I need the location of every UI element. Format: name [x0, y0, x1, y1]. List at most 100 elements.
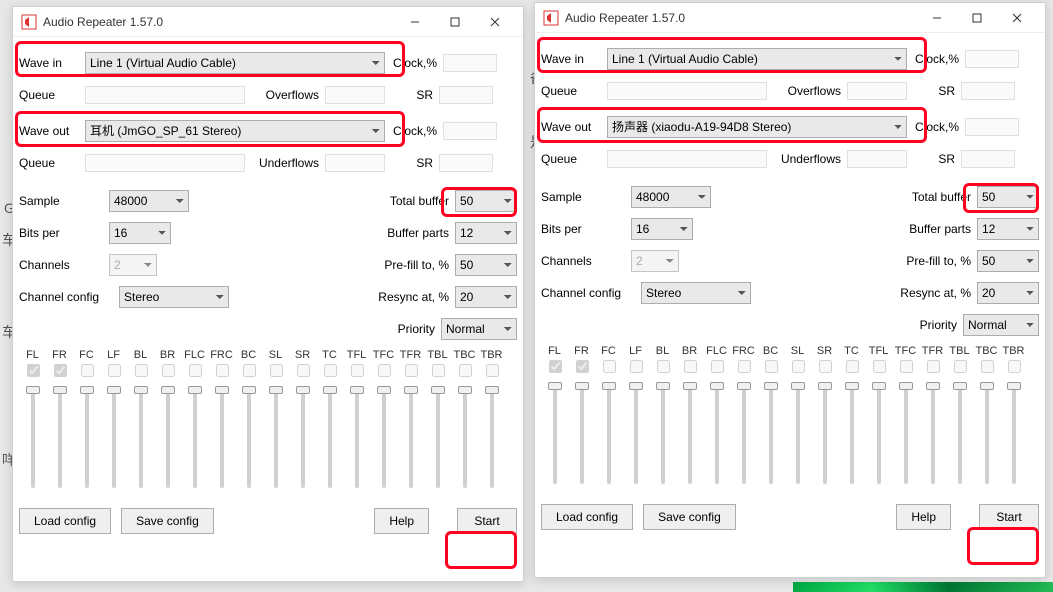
- channel-slider-fc[interactable]: [607, 384, 611, 484]
- channel-slider-frc[interactable]: [220, 388, 224, 488]
- channel-slider-sr[interactable]: [301, 388, 305, 488]
- total-buffer-select[interactable]: 50: [977, 186, 1039, 208]
- channel-slider-bc[interactable]: [247, 388, 251, 488]
- channel-checkbox-bc[interactable]: [765, 360, 778, 373]
- channel-slider-tfr[interactable]: [931, 384, 935, 484]
- prefill-select[interactable]: 50: [455, 254, 517, 276]
- channel-checkbox-tbl[interactable]: [432, 364, 445, 377]
- start-button[interactable]: Start: [457, 508, 517, 534]
- bits-per-select[interactable]: 16: [109, 222, 171, 244]
- wave-in-select[interactable]: Line 1 (Virtual Audio Cable): [85, 52, 385, 74]
- channel-slider-tc[interactable]: [850, 384, 854, 484]
- maximize-button[interactable]: [957, 4, 997, 32]
- channel-checkbox-tfc[interactable]: [378, 364, 391, 377]
- sample-select[interactable]: 48000: [109, 190, 189, 212]
- channel-slider-fr[interactable]: [580, 384, 584, 484]
- channel-slider-fc[interactable]: [85, 388, 89, 488]
- total-buffer-select[interactable]: 50: [455, 190, 517, 212]
- channel-checkbox-sr[interactable]: [819, 360, 832, 373]
- channel-slider-sr[interactable]: [823, 384, 827, 484]
- help-button[interactable]: Help: [896, 504, 951, 530]
- channel-slider-fr[interactable]: [58, 388, 62, 488]
- channel-slider-tfc[interactable]: [904, 384, 908, 484]
- channel-checkbox-frc[interactable]: [216, 364, 229, 377]
- channel-checkbox-sl[interactable]: [270, 364, 283, 377]
- wave-in-select[interactable]: Line 1 (Virtual Audio Cable): [607, 48, 907, 70]
- channel-checkbox-tc[interactable]: [846, 360, 859, 373]
- channel-checkbox-tfl[interactable]: [351, 364, 364, 377]
- resync-select[interactable]: 20: [455, 286, 517, 308]
- channel-slider-lf[interactable]: [634, 384, 638, 484]
- channel-checkbox-lf[interactable]: [108, 364, 121, 377]
- maximize-button[interactable]: [435, 8, 475, 36]
- channel-slider-tbl[interactable]: [436, 388, 440, 488]
- channel-slider-br[interactable]: [166, 388, 170, 488]
- channel-checkbox-fl[interactable]: [27, 364, 40, 377]
- channel-checkbox-fc[interactable]: [81, 364, 94, 377]
- buffer-parts-select[interactable]: 12: [455, 222, 517, 244]
- minimize-button[interactable]: [917, 4, 957, 32]
- minimize-button[interactable]: [395, 8, 435, 36]
- channel-checkbox-tbc[interactable]: [981, 360, 994, 373]
- priority-select[interactable]: Normal: [441, 318, 517, 340]
- channel-checkbox-fc[interactable]: [603, 360, 616, 373]
- channel-slider-flc[interactable]: [193, 388, 197, 488]
- channel-slider-tfc[interactable]: [382, 388, 386, 488]
- channel-checkbox-tbl[interactable]: [954, 360, 967, 373]
- load-config-button[interactable]: Load config: [19, 508, 111, 534]
- channel-checkbox-br[interactable]: [162, 364, 175, 377]
- save-config-button[interactable]: Save config: [121, 508, 214, 534]
- channel-slider-tbr[interactable]: [490, 388, 494, 488]
- close-button[interactable]: [475, 8, 515, 36]
- help-button[interactable]: Help: [374, 508, 429, 534]
- prefill-select[interactable]: 50: [977, 250, 1039, 272]
- channel-checkbox-flc[interactable]: [711, 360, 724, 373]
- save-config-button[interactable]: Save config: [643, 504, 736, 530]
- channel-checkbox-fr[interactable]: [54, 364, 67, 377]
- channel-slider-bc[interactable]: [769, 384, 773, 484]
- channel-checkbox-tfr[interactable]: [405, 364, 418, 377]
- channel-checkbox-tbc[interactable]: [459, 364, 472, 377]
- priority-select[interactable]: Normal: [963, 314, 1039, 336]
- channel-slider-sl[interactable]: [796, 384, 800, 484]
- channel-checkbox-sl[interactable]: [792, 360, 805, 373]
- channel-slider-bl[interactable]: [139, 388, 143, 488]
- wave-out-select[interactable]: 扬声器 (xiaodu-A19-94D8 Stereo): [607, 116, 907, 138]
- sample-select[interactable]: 48000: [631, 186, 711, 208]
- channel-checkbox-tfr[interactable]: [927, 360, 940, 373]
- channel-checkbox-tc[interactable]: [324, 364, 337, 377]
- channel-checkbox-tbr[interactable]: [486, 364, 499, 377]
- channel-slider-bl[interactable]: [661, 384, 665, 484]
- channel-slider-tc[interactable]: [328, 388, 332, 488]
- channel-checkbox-flc[interactable]: [189, 364, 202, 377]
- channel-slider-br[interactable]: [688, 384, 692, 484]
- channel-checkbox-fl[interactable]: [549, 360, 562, 373]
- channel-checkbox-sr[interactable]: [297, 364, 310, 377]
- wave-out-select[interactable]: 耳机 (JmGO_SP_61 Stereo): [85, 120, 385, 142]
- channel-slider-flc[interactable]: [715, 384, 719, 484]
- channel-config-select[interactable]: Stereo: [119, 286, 229, 308]
- channel-slider-tbc[interactable]: [463, 388, 467, 488]
- channel-checkbox-bl[interactable]: [135, 364, 148, 377]
- channel-slider-tfr[interactable]: [409, 388, 413, 488]
- channel-slider-tbr[interactable]: [1012, 384, 1016, 484]
- channel-config-select[interactable]: Stereo: [641, 282, 751, 304]
- channel-slider-frc[interactable]: [742, 384, 746, 484]
- bits-per-select[interactable]: 16: [631, 218, 693, 240]
- channel-slider-fl[interactable]: [553, 384, 557, 484]
- channel-checkbox-frc[interactable]: [738, 360, 751, 373]
- resync-select[interactable]: 20: [977, 282, 1039, 304]
- channel-checkbox-bc[interactable]: [243, 364, 256, 377]
- channel-slider-tfl[interactable]: [355, 388, 359, 488]
- channel-checkbox-tfc[interactable]: [900, 360, 913, 373]
- channel-slider-lf[interactable]: [112, 388, 116, 488]
- close-button[interactable]: [997, 4, 1037, 32]
- channel-slider-tbl[interactable]: [958, 384, 962, 484]
- channel-slider-fl[interactable]: [31, 388, 35, 488]
- load-config-button[interactable]: Load config: [541, 504, 633, 530]
- channel-checkbox-tfl[interactable]: [873, 360, 886, 373]
- channel-checkbox-lf[interactable]: [630, 360, 643, 373]
- channel-checkbox-tbr[interactable]: [1008, 360, 1021, 373]
- channel-checkbox-br[interactable]: [684, 360, 697, 373]
- start-button[interactable]: Start: [979, 504, 1039, 530]
